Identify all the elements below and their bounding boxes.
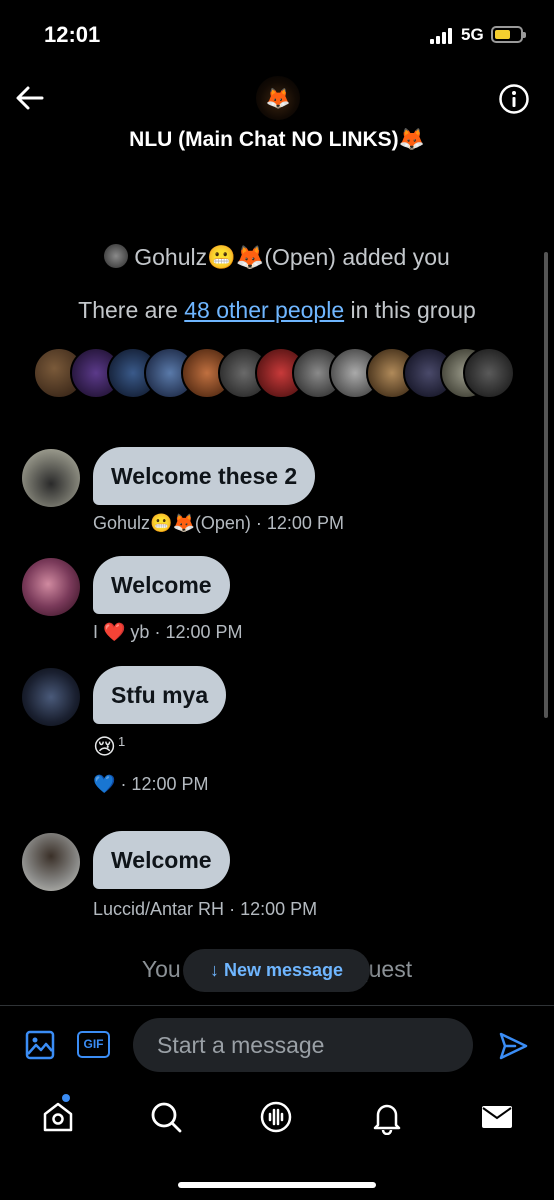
added-text: Gohulz😬🦊(Open) added you bbox=[134, 244, 450, 270]
reaction-count: 1 bbox=[117, 734, 126, 749]
chat-title[interactable]: NLU (Main Chat NO LINKS)🦊 bbox=[0, 128, 554, 152]
media-button[interactable] bbox=[25, 1030, 55, 1060]
sender-avatar[interactable] bbox=[22, 668, 80, 726]
sender-name: Gohulz😬🦊(Open) bbox=[93, 513, 251, 533]
message-meta: I ❤️ yb · 12:00 PM bbox=[93, 622, 243, 643]
message-time: · 12:00 PM bbox=[154, 622, 243, 642]
signal-icon bbox=[430, 28, 456, 44]
sender-avatar[interactable] bbox=[22, 449, 80, 507]
search-icon bbox=[151, 1102, 182, 1133]
scrollbar[interactable] bbox=[544, 252, 548, 718]
send-icon bbox=[499, 1032, 528, 1060]
member-avatar-strip[interactable] bbox=[33, 347, 515, 399]
message-meta: Gohulz😬🦊(Open) · 12:00 PM bbox=[93, 513, 344, 534]
sender-name: I ❤️ yb bbox=[93, 622, 150, 642]
message-input[interactable] bbox=[133, 1018, 473, 1072]
message-bubble[interactable]: Welcome bbox=[93, 831, 230, 889]
battery-icon bbox=[491, 26, 526, 43]
message-bubble[interactable]: Welcome these 2 bbox=[93, 447, 316, 505]
back-button[interactable] bbox=[14, 84, 46, 112]
sender-avatar[interactable] bbox=[22, 558, 80, 616]
tab-spaces[interactable] bbox=[258, 1099, 294, 1135]
message-time: · 12:00 PM bbox=[120, 774, 209, 794]
reaction-emoji: 😢 bbox=[93, 734, 116, 759]
gif-button[interactable]: GIF bbox=[77, 1031, 110, 1058]
reaction-badge[interactable]: 😢 1 bbox=[93, 734, 125, 760]
sender-name: Luccid/Antar RH bbox=[93, 899, 225, 919]
adder-avatar bbox=[104, 244, 129, 268]
status-time: 12:01 bbox=[44, 22, 101, 47]
chat-header: 🦊 NLU (Main Chat NO LINKS)🦊 bbox=[0, 70, 554, 175]
info-button[interactable] bbox=[498, 83, 530, 115]
spaces-icon bbox=[260, 1101, 292, 1133]
count-suffix: in this group bbox=[344, 297, 476, 323]
other-people-link[interactable]: 48 other people bbox=[184, 297, 344, 323]
send-button[interactable] bbox=[497, 1030, 529, 1062]
message-bubble[interactable]: Stfu mya bbox=[93, 666, 227, 724]
home-indicator bbox=[178, 1182, 376, 1188]
tab-search[interactable] bbox=[148, 1099, 184, 1135]
back-arrow-icon bbox=[16, 86, 44, 110]
message-time: · 12:00 PM bbox=[229, 899, 318, 919]
home-icon bbox=[43, 1102, 73, 1132]
message-meta: 💙 · 12:00 PM bbox=[93, 774, 208, 795]
network-label: 5G bbox=[461, 25, 484, 44]
member-avatar[interactable] bbox=[463, 347, 515, 399]
tab-messages[interactable] bbox=[479, 1099, 515, 1135]
info-icon bbox=[499, 84, 529, 114]
heart-icon: 💙 bbox=[93, 774, 116, 794]
new-message-button[interactable]: ↓ New message bbox=[183, 949, 370, 992]
message-meta: Luccid/Antar RH · 12:00 PM bbox=[93, 899, 317, 920]
bell-icon bbox=[373, 1104, 401, 1136]
tab-notifications[interactable] bbox=[369, 1099, 405, 1136]
group-avatar[interactable]: 🦊 bbox=[256, 76, 300, 120]
home-notification-dot bbox=[62, 1094, 70, 1102]
group-count-message: There are 48 other people in this group bbox=[0, 297, 554, 324]
count-prefix: There are bbox=[78, 297, 185, 323]
sender-avatar[interactable] bbox=[22, 833, 80, 891]
system-added-message: Gohulz😬🦊(Open) added you bbox=[0, 244, 554, 271]
mail-icon bbox=[482, 1106, 512, 1128]
tab-home[interactable] bbox=[40, 1099, 76, 1135]
message-time: · 12:00 PM bbox=[255, 513, 344, 533]
image-icon bbox=[25, 1030, 55, 1060]
message-composer: GIF bbox=[0, 1005, 554, 1083]
message-bubble[interactable]: Welcome bbox=[93, 556, 230, 614]
status-bar: 12:01 5G bbox=[0, 0, 554, 70]
